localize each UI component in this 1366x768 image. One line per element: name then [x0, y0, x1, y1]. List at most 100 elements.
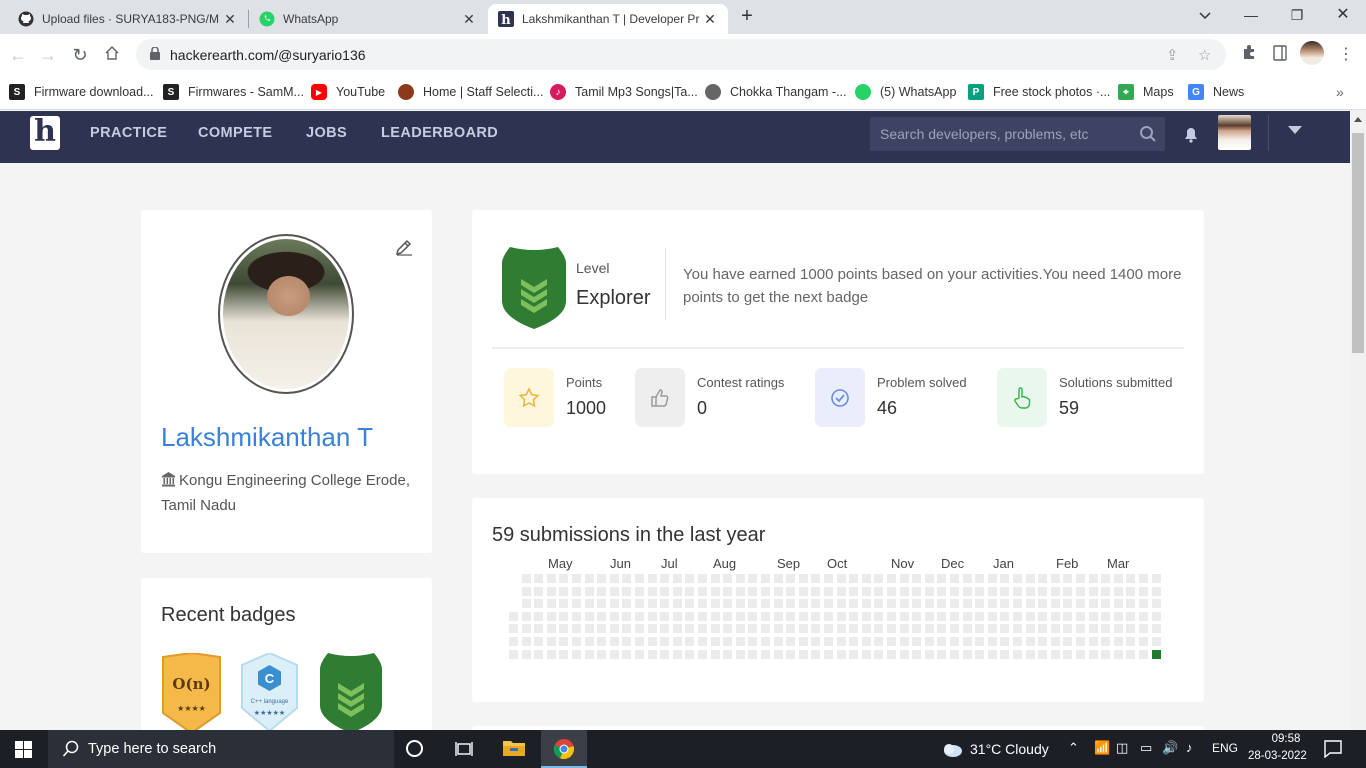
heatmap-cell[interactable] [597, 637, 607, 646]
heatmap-cell[interactable] [1151, 637, 1161, 646]
heatmap-cell[interactable] [786, 624, 796, 634]
heatmap-cell[interactable] [975, 599, 985, 609]
cortana-icon[interactable] [406, 740, 423, 757]
heatmap-cell[interactable] [899, 586, 909, 596]
heatmap-cell[interactable] [584, 637, 594, 646]
heatmap-cell[interactable] [1139, 574, 1148, 583]
heatmap-cell[interactable] [748, 649, 758, 659]
heatmap-cell[interactable] [584, 624, 594, 634]
heatmap-cell[interactable] [635, 574, 644, 583]
heatmap-cell[interactable] [1101, 637, 1111, 646]
heatmap-cell[interactable] [924, 611, 934, 621]
heatmap-cell[interactable] [950, 611, 959, 621]
heatmap-cell[interactable] [1000, 611, 1010, 621]
heatmap-cell[interactable] [836, 611, 846, 621]
heatmap-cell[interactable] [546, 624, 556, 634]
heatmap-cell[interactable] [786, 586, 796, 596]
heatmap-cell[interactable] [572, 574, 581, 583]
heatmap-cell[interactable] [811, 637, 821, 646]
heatmap-cell[interactable] [924, 586, 934, 596]
heatmap-cell[interactable] [1151, 586, 1161, 596]
heatmap-cell[interactable] [836, 599, 846, 609]
heatmap-cell[interactable] [1000, 637, 1010, 646]
heatmap-cell[interactable] [924, 649, 934, 659]
heatmap-cell[interactable] [672, 574, 682, 583]
heatmap-cell[interactable] [1025, 586, 1035, 596]
heatmap-cell[interactable] [836, 637, 846, 646]
heatmap-cell[interactable] [1113, 637, 1123, 646]
heatmap-cell[interactable] [698, 637, 707, 646]
heatmap-cell[interactable] [912, 649, 922, 659]
chevron-up-icon[interactable]: ⌃ [1068, 740, 1079, 756]
bookmark-item[interactable]: S Firmwares - SamM... [163, 84, 304, 100]
heatmap-cell[interactable] [1139, 611, 1148, 621]
heatmap-cell[interactable] [874, 649, 884, 659]
heatmap-cell[interactable] [874, 624, 884, 634]
heatmap-cell[interactable] [597, 599, 607, 609]
heatmap-cell[interactable] [609, 624, 619, 634]
heatmap-cell[interactable] [672, 624, 682, 634]
search-input[interactable] [870, 117, 1130, 151]
heatmap-cell[interactable] [660, 624, 670, 634]
heatmap-cell[interactable] [710, 586, 720, 596]
heatmap-cell[interactable] [1038, 586, 1048, 596]
heatmap-cell[interactable] [786, 611, 796, 621]
heatmap-cell[interactable] [1113, 586, 1123, 596]
heatmap-cell[interactable] [773, 611, 783, 621]
cpp-badge-icon[interactable]: C C++ language ★★★★★ [241, 651, 298, 738]
heatmap-cell[interactable] [1076, 586, 1085, 596]
heatmap-cell[interactable] [1088, 649, 1098, 659]
heatmap-cell[interactable] [559, 624, 569, 634]
heatmap-cell[interactable] [685, 649, 695, 659]
heatmap-cell[interactable] [1076, 624, 1085, 634]
heatmap-cell[interactable] [1126, 586, 1136, 596]
heatmap-cell[interactable] [773, 624, 783, 634]
heatmap-cell[interactable] [950, 649, 959, 659]
heatmap-cell[interactable] [1126, 649, 1136, 659]
heatmap-cell[interactable] [635, 599, 644, 609]
bookmark-item[interactable]: S Firmware download... [9, 84, 154, 100]
heatmap-cell[interactable] [534, 586, 544, 596]
nav-practice[interactable]: PRACTICE [90, 125, 167, 141]
heatmap-cell[interactable] [1025, 574, 1035, 583]
heatmap-cell[interactable] [861, 624, 871, 634]
heatmap-cell[interactable] [798, 599, 808, 609]
heatmap-cell[interactable] [559, 599, 569, 609]
heatmap-cell[interactable] [824, 649, 833, 659]
heatmap-cell[interactable] [1151, 574, 1161, 583]
heatmap-cell[interactable] [647, 611, 657, 621]
heatmap-cell[interactable] [1088, 574, 1098, 583]
heatmap-cell[interactable] [798, 611, 808, 621]
heatmap-cell[interactable] [710, 624, 720, 634]
heatmap-cell[interactable] [685, 611, 695, 621]
heatmap-cell[interactable] [723, 586, 733, 596]
heatmap-cell[interactable] [1126, 637, 1136, 646]
heatmap-cell[interactable] [1076, 611, 1085, 621]
heatmap-cell[interactable] [521, 649, 531, 659]
heatmap-cell[interactable] [723, 574, 733, 583]
heatmap-cell[interactable] [748, 611, 758, 621]
heatmap-cell[interactable] [647, 649, 657, 659]
heatmap-cell[interactable] [1038, 574, 1048, 583]
heatmap-cell[interactable] [1013, 637, 1022, 646]
heatmap-cell[interactable] [1000, 599, 1010, 609]
heatmap-cell[interactable] [1000, 624, 1010, 634]
bookmark-item[interactable]: ▶ YouTube [311, 84, 385, 100]
heatmap-cell[interactable] [572, 611, 581, 621]
heatmap-cell[interactable] [660, 586, 670, 596]
heatmap-cell[interactable] [950, 586, 959, 596]
heatmap-cell[interactable] [849, 599, 859, 609]
heatmap-cell[interactable] [1113, 599, 1123, 609]
heatmap-cell[interactable] [685, 574, 695, 583]
new-tab-button[interactable]: + [734, 5, 760, 29]
heatmap-cell[interactable] [887, 599, 896, 609]
heatmap-cell[interactable] [786, 574, 796, 583]
heatmap-cell[interactable] [1038, 649, 1048, 659]
heatmap-cell[interactable] [1000, 574, 1010, 583]
heatmap-cell[interactable] [962, 637, 972, 646]
heatmap-cell[interactable] [635, 649, 644, 659]
heatmap-cell[interactable] [584, 649, 594, 659]
heatmap-cell[interactable] [584, 574, 594, 583]
bookmark-item[interactable]: Chokka Thangam -... [705, 84, 847, 100]
heatmap-cell[interactable] [912, 611, 922, 621]
